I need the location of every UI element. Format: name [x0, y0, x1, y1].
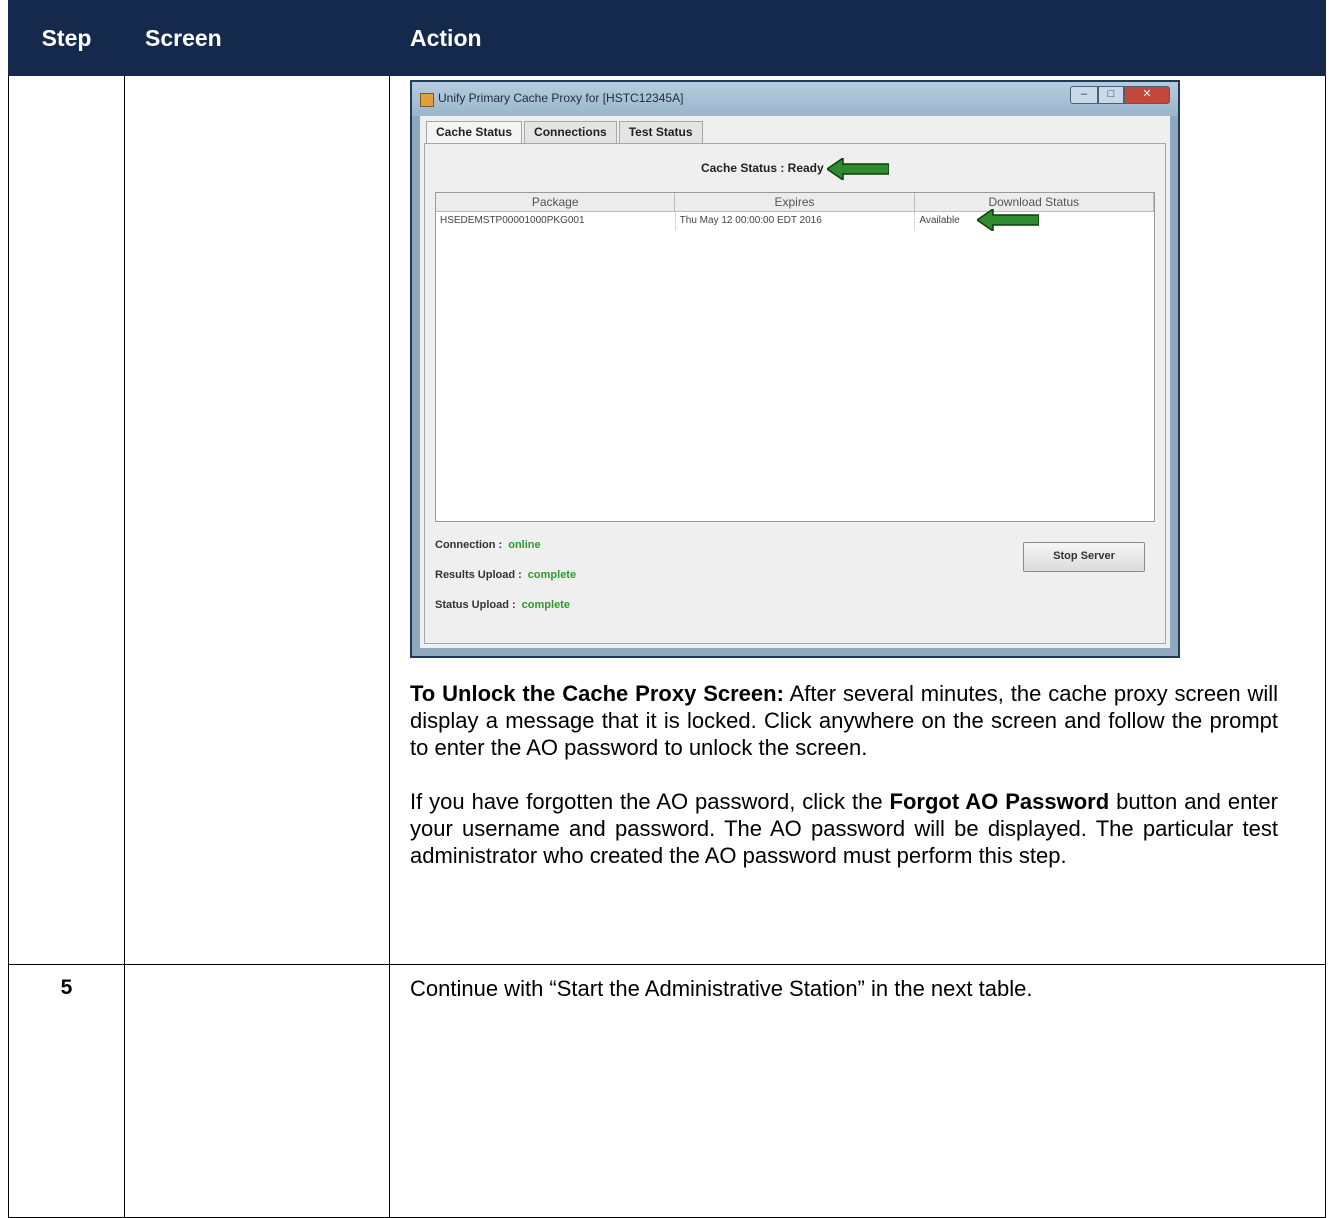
window-title: Unify Primary Cache Proxy for [HSTC12345… [438, 91, 684, 105]
minimize-icon: – [1070, 86, 1098, 104]
header-row: Step Screen Action [8, 0, 1326, 76]
status-upload-label: Status Upload : [435, 599, 516, 611]
tab-test-status: Test Status [618, 121, 703, 144]
cache-proxy-window-screenshot: Unify Primary Cache Proxy for [HSTC12345… [410, 80, 1180, 658]
instruction-table: Step Screen Action Unify Primary Cache P… [8, 0, 1326, 1218]
action-cell: Continue with “Start the Administrative … [389, 964, 1326, 1218]
step-number [9, 76, 124, 87]
forgot-password-paragraph: If you have forgotten the AO password, c… [410, 788, 1278, 869]
close-icon: ✕ [1124, 86, 1170, 104]
action-cell: Unify Primary Cache Proxy for [HSTC12345… [389, 75, 1326, 965]
status-block: Connection : online Results Upload : compl… [435, 536, 576, 626]
green-arrow-icon [827, 158, 890, 180]
grid-row: HSEDEMSTP00001000PKG001 Thu May 12 00:00… [436, 207, 1154, 233]
table-row: Unify Primary Cache Proxy for [HSTC12345… [8, 75, 1326, 965]
java-app-icon [420, 93, 434, 107]
grid-header: Package Expires Download Status [436, 193, 1154, 212]
window-controls: – □ ✕ [1070, 86, 1170, 104]
step-header: Step [8, 0, 125, 76]
results-upload-value: complete [527, 569, 577, 581]
table-row: 5 Continue with “Start the Administrativ… [8, 964, 1326, 1218]
package-grid: Package Expires Download Status HSEDEMST… [435, 192, 1155, 522]
tab-cache-status: Cache Status [426, 121, 523, 144]
green-arrow-icon [976, 207, 1041, 238]
connection-status: Connection : online [435, 536, 576, 566]
cache-status-panel: Cache Status : Ready Package Expires Dow… [424, 143, 1166, 644]
window-tabs: Cache Status Connections Test Status [426, 121, 705, 144]
connection-value: online [508, 539, 541, 551]
connection-label: Connection : [435, 539, 503, 551]
maximize-icon: □ [1098, 86, 1124, 104]
results-upload-status: Results Upload : complete [435, 566, 576, 596]
status-upload-status: Status Upload : complete [435, 596, 576, 626]
step-cell: 5 [8, 964, 125, 1218]
status-upload-value: complete [521, 599, 570, 611]
col-package: Package [436, 193, 676, 211]
window-title-bar: Unify Primary Cache Proxy for [HSTC12345… [412, 82, 1178, 116]
screen-cell [124, 964, 390, 1218]
forgot-ao-password-label: Forgot AO Password [889, 789, 1110, 814]
tab-connections: Connections [524, 121, 617, 144]
step-cell [8, 75, 125, 965]
cache-status-text: Cache Status : Ready [700, 161, 824, 176]
col-expires: Expires [675, 193, 915, 211]
step-number: 5 [60, 976, 73, 999]
download-status-value: Available [919, 215, 960, 226]
expires-value: Thu May 12 00:00:00 EDT 2016 [676, 212, 916, 230]
download-status-cell: Available [915, 207, 1154, 233]
forgot-text-pre: If you have forgotten the AO password, c… [410, 789, 890, 814]
screen-header: Screen [124, 0, 390, 76]
continue-instruction: Continue with “Start the Administrative … [410, 976, 1033, 1001]
window-body: Cache Status Connections Test Status Cac… [420, 116, 1170, 648]
package-value: HSEDEMSTP00001000PKG001 [436, 212, 676, 230]
cache-status-line: Cache Status : Ready [425, 158, 1165, 180]
results-upload-label: Results Upload : [435, 569, 522, 581]
unlock-heading: To Unlock the Cache Proxy Screen: [410, 681, 784, 706]
screen-cell [124, 75, 390, 965]
unlock-paragraph: To Unlock the Cache Proxy Screen: After … [410, 680, 1278, 761]
action-header: Action [389, 0, 1326, 76]
stop-server-button: Stop Server [1023, 542, 1145, 572]
